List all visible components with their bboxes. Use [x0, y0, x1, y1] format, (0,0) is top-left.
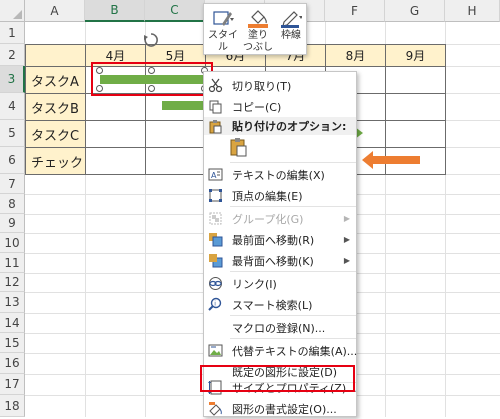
- paste-icon: [209, 120, 222, 134]
- col-header-a[interactable]: A: [25, 0, 85, 22]
- menu-item-link[interactable]: リンク(I): [204, 273, 356, 294]
- menu-item-label: 最前面へ移動(R): [232, 233, 315, 247]
- outline-label: 枠線: [281, 30, 301, 41]
- row-header-13[interactable]: 13: [0, 292, 25, 313]
- menu-item-assign-macro[interactable]: マクロの登録(N)...: [204, 317, 356, 338]
- menu-item-label: マクロの登録(N)...: [232, 321, 326, 335]
- row-header-9[interactable]: 9: [0, 214, 25, 233]
- menu-item-edit-text[interactable]: A テキストの編集(X): [204, 164, 356, 185]
- menu-item-label: 図形の書式設定(O)...: [232, 402, 337, 416]
- menu-item-label: スマート検索(L): [232, 298, 313, 312]
- menu-item-edit-points[interactable]: 頂点の編集(E): [204, 185, 356, 206]
- menu-item-smart-lookup[interactable]: i スマート検索(L): [204, 294, 356, 315]
- col-header-g[interactable]: G: [385, 0, 445, 22]
- row-header-4[interactable]: 4: [0, 93, 25, 120]
- submenu-arrow-icon: ▶: [343, 235, 350, 244]
- menu-item-label: テキストの編集(X): [232, 168, 325, 182]
- row-header-11[interactable]: 11: [0, 253, 25, 273]
- style-label: スタイル: [208, 30, 238, 53]
- menu-item-group: グループ化(G) ▶: [204, 208, 356, 229]
- menu-item-label: 頂点の編集(E): [232, 189, 303, 203]
- task-cell[interactable]: タスクC: [25, 120, 86, 148]
- paste-options-label: 貼り付けのオプション:: [232, 120, 347, 133]
- menu-item-format-shape[interactable]: 図形の書式設定(O)...: [204, 398, 356, 419]
- svg-text:A: A: [211, 171, 217, 180]
- group-icon: [209, 212, 222, 225]
- col-header-b[interactable]: B: [85, 0, 145, 22]
- menu-item-cut[interactable]: 切り取り(T): [204, 75, 356, 96]
- shape-style-icon: [213, 11, 234, 26]
- edit-points-icon: [209, 189, 222, 202]
- selected-shape-highlight: [91, 62, 213, 96]
- row-header-16[interactable]: 16: [0, 353, 25, 374]
- paste-options-header: 貼り付けのオプション:: [204, 117, 356, 135]
- task-cell[interactable]: タスクB: [25, 93, 86, 121]
- menu-item-copy[interactable]: コピー(C): [204, 96, 356, 117]
- menu-item-label: コピー(C): [232, 100, 282, 114]
- pen-outline-icon: [281, 11, 302, 28]
- month-header-cell[interactable]: 8月: [325, 44, 386, 67]
- check-orange-arrow[interactable]: [362, 151, 420, 169]
- smart-lookup-icon: i: [208, 297, 222, 311]
- row-header-15[interactable]: 15: [0, 333, 25, 353]
- col-header-f[interactable]: F: [325, 0, 385, 22]
- select-all-corner[interactable]: [0, 0, 25, 22]
- menu-item-label: 切り取り(T): [232, 79, 292, 93]
- style-button[interactable]: スタイル: [206, 6, 240, 54]
- task-b-arrow[interactable]: [162, 101, 207, 110]
- menu-separator: [230, 271, 356, 272]
- menu-item-label: グループ化(G): [232, 212, 304, 226]
- menu-item-label: 最背面へ移動(K): [232, 254, 314, 268]
- row-header-12[interactable]: 12: [0, 273, 25, 292]
- row-header-2[interactable]: 2: [0, 44, 25, 66]
- fill-button[interactable]: 塗りつぶし: [241, 6, 275, 54]
- menu-separator: [230, 315, 356, 316]
- menu-item-bring-front[interactable]: 最前面へ移動(R) ▶: [204, 229, 356, 250]
- menu-separator: [230, 162, 356, 163]
- col-header-c[interactable]: C: [145, 0, 205, 22]
- month-header-blank-cell[interactable]: [25, 44, 86, 67]
- rotate-handle-icon[interactable]: [143, 32, 159, 48]
- paint-bucket-icon: [248, 10, 268, 28]
- row-header-7[interactable]: 7: [0, 174, 25, 194]
- format-shape-icon: [209, 402, 222, 416]
- menu-item-send-back[interactable]: 最背面へ移動(K) ▶: [204, 250, 356, 271]
- row-header-14[interactable]: 14: [0, 313, 25, 333]
- row-header-17[interactable]: 17: [0, 374, 25, 395]
- menu-item-alt-text[interactable]: 代替テキストの編集(A)...: [204, 340, 358, 361]
- paste-clipboard-icon: [230, 138, 247, 157]
- menu-item-label: リンク(I): [232, 277, 277, 291]
- task-cell[interactable]: チェック: [25, 147, 86, 175]
- row-header-6[interactable]: 6: [0, 147, 25, 174]
- copy-icon: [209, 100, 222, 114]
- row-header-1[interactable]: 1: [0, 22, 25, 44]
- submenu-arrow-icon: ▶: [343, 256, 350, 265]
- menu-item-label: 代替テキストの編集(A)...: [232, 344, 358, 358]
- menu-separator: [230, 338, 356, 339]
- col-header-h[interactable]: H: [445, 0, 500, 22]
- submenu-arrow-icon: ▶: [343, 214, 350, 223]
- fill-label: 塗りつぶし: [243, 30, 273, 53]
- row-header-10[interactable]: 10: [0, 233, 25, 253]
- outline-button[interactable]: 枠線: [276, 6, 306, 54]
- bring-to-front-icon: [209, 233, 223, 247]
- scissors-icon: [208, 78, 223, 93]
- row-header-3[interactable]: 3: [0, 66, 25, 93]
- month-header-cell[interactable]: 9月: [385, 44, 446, 67]
- select-all-triangle-icon: [13, 10, 22, 19]
- alt-text-icon: [208, 344, 223, 357]
- paste-option-button[interactable]: [230, 137, 250, 159]
- send-to-back-icon: [209, 254, 223, 268]
- size-properties-highlight: [200, 365, 355, 392]
- edit-text-icon: A: [208, 168, 223, 181]
- row-header-5[interactable]: 5: [0, 120, 25, 147]
- task-cell[interactable]: タスクA: [25, 66, 86, 94]
- row-header-18[interactable]: 18: [0, 395, 25, 417]
- menu-separator: [230, 206, 356, 207]
- row-header-8[interactable]: 8: [0, 194, 25, 214]
- link-icon: [209, 277, 222, 290]
- mini-toolbar: スタイル 塗りつぶし 枠線: [203, 3, 307, 55]
